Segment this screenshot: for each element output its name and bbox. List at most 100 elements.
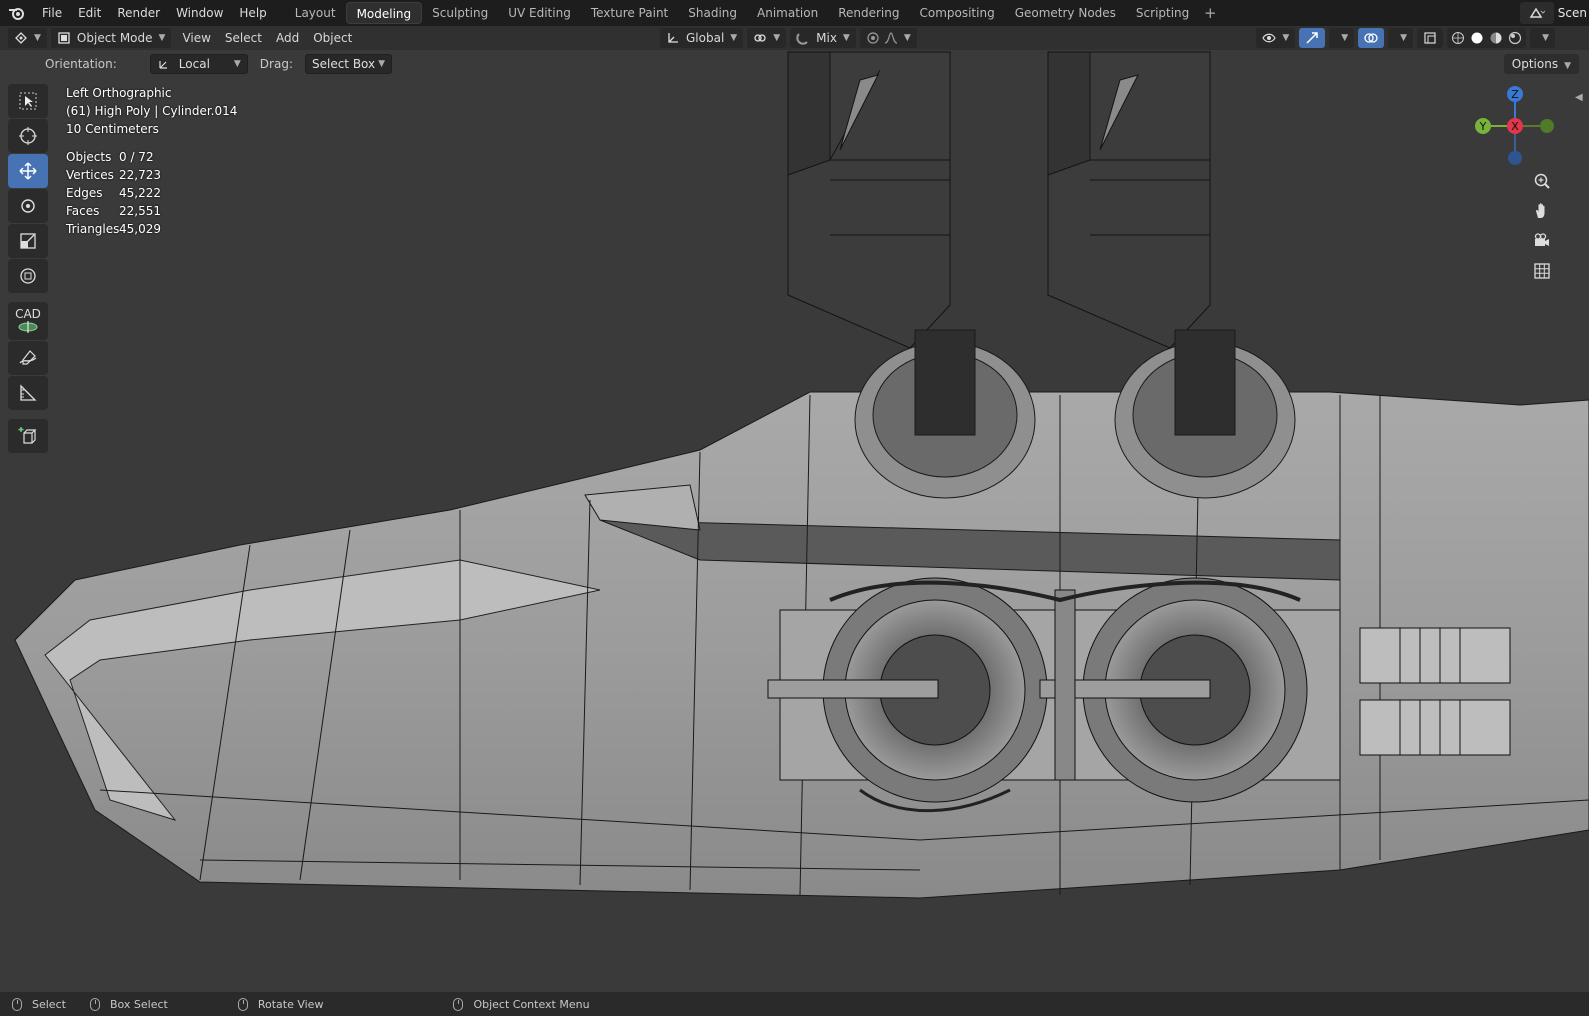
measure-tool[interactable] <box>8 376 48 410</box>
tab-animation[interactable]: Animation <box>747 2 828 24</box>
annotate-pen-icon <box>19 350 37 365</box>
scene-browse-button[interactable] <box>1519 2 1554 24</box>
ortho-toggle-button[interactable] <box>1529 258 1555 284</box>
viewport-info-overlay: Left Orthographic (61) High Poly | Cylin… <box>66 84 237 238</box>
wireframe-shading-icon[interactable] <box>1451 31 1465 45</box>
middle-mouse-icon <box>237 997 248 1011</box>
add-workspace-icon[interactable]: + <box>1199 4 1221 22</box>
menu-help[interactable]: Help <box>231 0 274 26</box>
snap-magnet-icon <box>796 33 808 45</box>
tool-shelf: CAD <box>8 84 48 454</box>
snap-mode-label: Mix <box>816 31 837 45</box>
tab-rendering[interactable]: Rendering <box>828 2 909 24</box>
editor-type-button[interactable]: ▼ <box>8 28 47 48</box>
stat-vertices: Vertices 22,723 <box>66 168 161 182</box>
scene-selector: Scen <box>1519 0 1589 26</box>
scene-name[interactable]: Scen <box>1558 6 1589 20</box>
solid-shading-icon[interactable] <box>1470 31 1484 45</box>
rendered-shading-icon[interactable] <box>1508 31 1522 45</box>
drag-setting-dropdown[interactable]: Select Box ▼ <box>304 54 393 74</box>
mode-dropdown[interactable]: Object Mode ▼ <box>50 28 172 48</box>
collection-info: (61) High Poly | Cylinder.014 <box>66 104 238 118</box>
workspace-tabs: Layout Modeling Sculpting UV Editing Tex… <box>285 0 1222 26</box>
gizmo-x-label: X <box>1511 120 1519 133</box>
blender-logo-icon[interactable] <box>0 0 34 26</box>
overlays-icon <box>1364 33 1378 43</box>
options-button[interactable]: Options ▼ <box>1503 54 1579 74</box>
snap-dropdown[interactable]: Mix ▼ <box>790 28 856 48</box>
local-orientation-icon <box>159 61 167 69</box>
menu-window[interactable]: Window <box>168 0 231 26</box>
pivot-point-dropdown[interactable]: ▼ <box>747 28 787 48</box>
menu-select[interactable]: Select <box>218 28 269 48</box>
proportional-edit-icon <box>867 32 879 44</box>
right-mouse-icon <box>453 997 464 1011</box>
orientation-setting-label: Orientation: <box>45 57 117 71</box>
drag-setting-value: Select Box <box>311 57 376 71</box>
orientation-setting-dropdown[interactable]: Local ▼ <box>149 54 248 74</box>
orientation-setting-value: Local <box>178 57 210 71</box>
cursor-icon <box>19 127 37 145</box>
viewport-header: ▼ Object Mode ▼ View Select Add Object G… <box>0 26 1589 50</box>
navigation-gizmo[interactable]: Z Y X <box>1475 84 1575 174</box>
viewport-mesh[interactable] <box>0 0 1589 1016</box>
grid-icon <box>1534 263 1550 279</box>
visibility-dropdown[interactable]: ▼ <box>1256 28 1296 48</box>
add-cube-icon <box>18 427 37 444</box>
gizmo-neg-z-axis[interactable] <box>1508 151 1522 165</box>
menu-edit[interactable]: Edit <box>70 0 109 26</box>
transform-orientation-dropdown[interactable]: Global ▼ <box>660 28 744 48</box>
drag-setting-label: Drag: <box>259 57 293 71</box>
camera-view-button[interactable] <box>1529 228 1555 254</box>
cad-tool[interactable]: CAD <box>8 302 48 340</box>
options-label: Options <box>1511 57 1559 71</box>
gizmo-dropdown[interactable]: ▼ <box>1329 28 1355 48</box>
proportional-edit-button[interactable]: ▼ <box>859 28 917 48</box>
tab-geometry-nodes[interactable]: Geometry Nodes <box>1005 2 1126 24</box>
tab-compositing[interactable]: Compositing <box>909 2 1004 24</box>
cad-label: CAD <box>15 307 41 321</box>
cursor-tool[interactable] <box>8 119 48 153</box>
select-box-tool[interactable] <box>8 84 48 118</box>
status-select: Select <box>12 997 66 1011</box>
menu-view[interactable]: View <box>175 28 217 48</box>
tab-modeling[interactable]: Modeling <box>345 2 423 24</box>
gizmo-neg-y-axis[interactable] <box>1540 119 1554 133</box>
tab-layout[interactable]: Layout <box>285 2 346 24</box>
overlays-dropdown[interactable]: ▼ <box>1388 28 1414 48</box>
menu-object[interactable]: Object <box>306 28 359 48</box>
tab-uv-editing[interactable]: UV Editing <box>498 2 581 24</box>
shading-dropdown[interactable]: ▼ <box>1530 28 1555 48</box>
falloff-curve-icon <box>884 32 898 44</box>
material-shading-icon[interactable] <box>1489 31 1503 45</box>
zoom-button[interactable] <box>1529 168 1555 194</box>
sidebar-toggle-icon[interactable]: ◀ <box>1575 92 1583 103</box>
select-box-icon <box>19 92 37 110</box>
tab-texture-paint[interactable]: Texture Paint <box>581 2 678 24</box>
rotate-tool[interactable] <box>8 189 48 223</box>
menu-render[interactable]: Render <box>109 0 168 26</box>
upper-panels <box>787 51 1211 349</box>
menu-add[interactable]: Add <box>269 28 306 48</box>
overlays-toggle[interactable] <box>1358 28 1385 48</box>
eye-icon <box>1262 33 1277 43</box>
scale-tool[interactable] <box>8 224 48 258</box>
tab-shading[interactable]: Shading <box>678 2 747 24</box>
add-cube-tool[interactable] <box>8 419 48 453</box>
pan-button[interactable] <box>1529 198 1555 224</box>
xray-toggle[interactable] <box>1417 28 1444 48</box>
gizmo-toggle[interactable] <box>1299 28 1326 48</box>
tab-scripting[interactable]: Scripting <box>1126 2 1199 24</box>
annotate-tool[interactable] <box>8 341 48 375</box>
stat-objects: Objects 0 / 72 <box>66 150 154 164</box>
tool-settings-bar: Orientation: Local ▼ Drag: Select Box ▼ <box>0 50 1589 78</box>
left-mouse-icon <box>12 997 22 1011</box>
move-tool[interactable] <box>8 154 48 188</box>
engines <box>767 577 1341 813</box>
drag-mouse-icon <box>89 997 100 1011</box>
object-mode-icon <box>58 32 70 44</box>
gizmo-y-label: Y <box>1479 120 1487 133</box>
menu-file[interactable]: File <box>34 0 70 26</box>
tab-sculpting[interactable]: Sculpting <box>422 2 498 24</box>
transform-tool[interactable] <box>8 259 48 293</box>
